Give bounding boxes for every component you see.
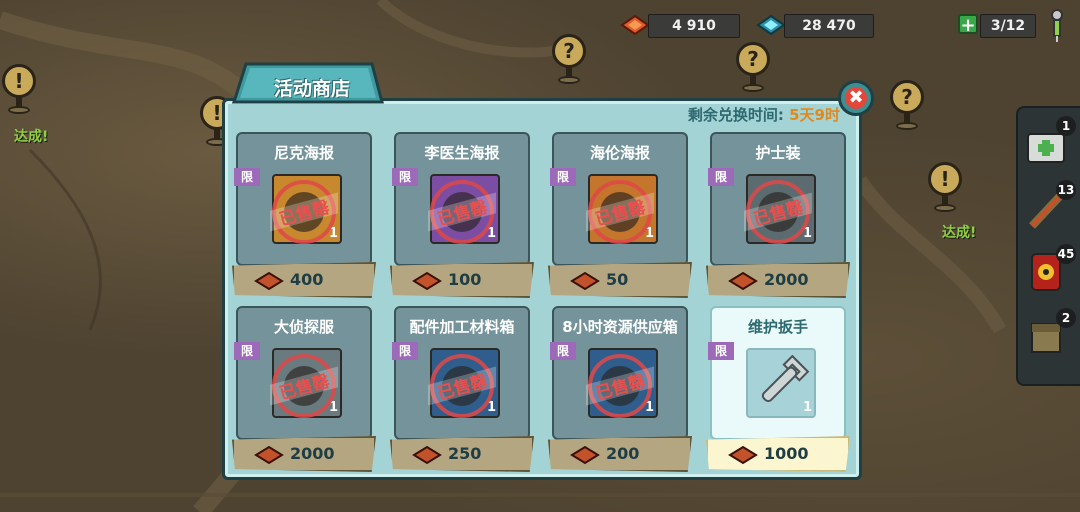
- question-icon: ?: [552, 34, 586, 68]
- radaway-count: 45: [1056, 244, 1076, 264]
- item-name: 护士装: [755, 144, 801, 162]
- caps-icon: [620, 14, 650, 36]
- caps-icon: [412, 271, 442, 291]
- limit-badge: 限: [234, 342, 260, 360]
- price-tag[interactable]: 1000: [706, 436, 850, 472]
- price-tag[interactable]: 250: [390, 436, 534, 472]
- limit-badge: 限: [392, 168, 418, 186]
- price-tag[interactable]: 2000: [706, 262, 850, 298]
- sold-out-stamp: 已售罄: [586, 354, 654, 418]
- shop-item-card[interactable]: 8小时资源供应箱 限 1 已售罄 200: [548, 306, 692, 476]
- price-value: 2000: [290, 444, 335, 463]
- item-qty: 1: [802, 400, 812, 415]
- shop-item-card[interactable]: 李医生海报 限 1 已售罄 100: [390, 132, 534, 302]
- exclamation-icon: !: [2, 64, 36, 98]
- price-value: 1000: [764, 444, 809, 463]
- quest-pin-exclamation[interactable]: !: [2, 64, 38, 116]
- first-aid-count: 1: [1056, 116, 1076, 136]
- limit-badge: 限: [550, 342, 576, 360]
- side-item-radaway[interactable]: 45: [1024, 244, 1076, 300]
- stimpak-icon: [1042, 8, 1070, 42]
- price-tag[interactable]: 100: [390, 262, 534, 298]
- side-item-first-aid[interactable]: 1: [1024, 116, 1076, 172]
- limit-badge: 限: [550, 168, 576, 186]
- sold-out-stamp: 已售罄: [270, 180, 338, 244]
- item-name: 尼克海报: [273, 144, 334, 162]
- price-tag[interactable]: 400: [232, 262, 376, 298]
- close-button[interactable]: ✖: [838, 80, 874, 116]
- quantum-icon: [756, 14, 786, 36]
- shop-item-card[interactable]: 海伦海报 限 1 已售罄 50: [548, 132, 692, 302]
- quest-pin-exclamation[interactable]: !: [928, 162, 964, 214]
- limit-badge: 限: [234, 168, 260, 186]
- shop-item-card[interactable]: 护士装 限 1 已售罄 2000: [706, 132, 850, 302]
- item-name: 李医生海报: [424, 144, 500, 162]
- caps-icon: [728, 445, 758, 465]
- quantum-counter: 28 470: [784, 14, 874, 38]
- supply-box-count: 2: [1056, 308, 1076, 328]
- side-item-stimpak[interactable]: 13: [1024, 180, 1076, 236]
- limit-badge: 限: [708, 342, 734, 360]
- price-tag[interactable]: 50: [548, 262, 692, 298]
- sold-out-stamp: 已售罄: [744, 180, 812, 244]
- limit-badge: 限: [708, 168, 734, 186]
- shop-item-card[interactable]: 大侦探服 限 1 已售罄 2000: [232, 306, 376, 476]
- item-name: 8小时资源供应箱: [562, 318, 678, 336]
- question-icon: ?: [890, 80, 924, 114]
- item-name: 配件加工材料箱: [409, 318, 515, 336]
- caps-icon: [254, 271, 284, 291]
- shop-item-card[interactable]: 配件加工材料箱 限 1 已售罄 250: [390, 306, 534, 476]
- item-name: 大侦探服: [273, 318, 334, 336]
- sold-out-stamp: 已售罄: [428, 180, 496, 244]
- item-name: 维护扳手: [747, 318, 808, 336]
- timer-label: 剩余兑换时间:: [687, 106, 784, 124]
- done-label: 达成!: [942, 225, 977, 241]
- price-value: 2000: [764, 270, 809, 289]
- caps-counter: 4 910: [648, 14, 740, 38]
- add-lunchbox-button[interactable]: +: [958, 14, 978, 35]
- price-value: 250: [448, 444, 482, 463]
- item-name: 海伦海报: [589, 144, 650, 162]
- limit-badge: 限: [392, 342, 418, 360]
- timer-value: 5天9时: [789, 106, 840, 124]
- shop-item-card[interactable]: 尼克海报 限 1 已售罄 400: [232, 132, 376, 302]
- price-value: 400: [290, 270, 324, 289]
- close-icon: ✖: [845, 87, 867, 109]
- dialog-title: 活动商店: [273, 78, 350, 100]
- inventory-side-panel: 1 13 45 2: [1016, 106, 1080, 386]
- caps-icon: [412, 445, 442, 465]
- price-tag[interactable]: 2000: [232, 436, 376, 472]
- caps-icon: [570, 445, 600, 465]
- side-item-supply-box[interactable]: 2: [1024, 308, 1076, 364]
- quest-pin-question[interactable]: ?: [890, 80, 926, 132]
- sold-out-stamp: 已售罄: [428, 354, 496, 418]
- lunchbox-counter: 3/12: [980, 14, 1036, 38]
- caps-icon: [728, 271, 758, 291]
- quest-pin-question[interactable]: ?: [736, 42, 772, 94]
- caps-icon: [254, 445, 284, 465]
- price-value: 200: [606, 444, 640, 463]
- question-icon: ?: [736, 42, 770, 76]
- sold-out-stamp: 已售罄: [586, 180, 654, 244]
- price-value: 100: [448, 270, 482, 289]
- quest-pin-question[interactable]: ?: [552, 34, 588, 86]
- exclamation-icon: !: [928, 162, 962, 196]
- sold-out-stamp: 已售罄: [270, 354, 338, 418]
- done-label: 达成!: [14, 129, 49, 145]
- price-tag[interactable]: 200: [548, 436, 692, 472]
- exchange-timer: 剩余兑换时间: 5天9时: [660, 104, 840, 125]
- price-value: 50: [606, 270, 629, 289]
- caps-icon: [570, 271, 600, 291]
- wrench-item-image: 1: [746, 348, 816, 418]
- shop-item-card[interactable]: 维护扳手 限 1 1000: [706, 306, 850, 476]
- stimpak-count: 13: [1056, 180, 1076, 200]
